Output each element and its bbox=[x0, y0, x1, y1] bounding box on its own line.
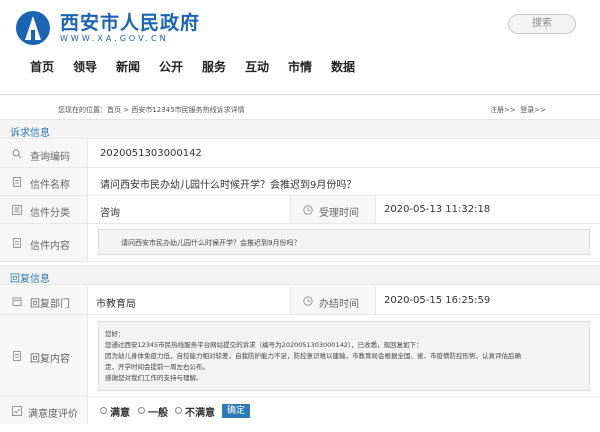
appeal-content-box: 请问西安市民办幼儿园什么时候开学？会推迟到9月份吗？ bbox=[98, 229, 590, 255]
finish-time-label: 办结时间 bbox=[319, 299, 359, 310]
reply-line: 感谢您对我们工作的支持与理解。 bbox=[105, 374, 203, 382]
appeal-section-label: 诉求信息 bbox=[10, 128, 50, 139]
accept-time-value: 2020-05-13 11:32:18 bbox=[384, 204, 491, 215]
header-divider bbox=[0, 94, 600, 95]
query-code-label: 查询编码 bbox=[30, 152, 70, 163]
rating-icon bbox=[12, 406, 22, 416]
nav-item-public[interactable]: 公开 bbox=[159, 58, 183, 75]
reply-dept-value: 市教育局 bbox=[96, 299, 136, 310]
reply-line: 您通过西安12345市民热线服务平台网站提交的诉求（编号为20200513030… bbox=[105, 341, 423, 349]
site-header: 西安市人民政府 WWW.XA.GOV.CN 搜索 首页 领导 新闻 公开 服务 … bbox=[0, 0, 600, 96]
rating-average-radio[interactable] bbox=[138, 407, 145, 414]
search-icon bbox=[12, 149, 22, 159]
breadcrumb: 您现在的位置：首页 > 西安市12345市民服务热线诉求详情 注册>> 登录>> bbox=[0, 103, 600, 117]
query-code-row: 查询编码 2020051303000142 bbox=[0, 140, 600, 168]
category-row: 信件分类 咨询 受理时间 2020-05-13 11:32:18 bbox=[0, 196, 600, 224]
finish-time-value: 2020-05-15 16:25:59 bbox=[384, 295, 491, 306]
rating-average-label[interactable]: 一般 bbox=[148, 404, 168, 419]
nav-item-leaders[interactable]: 领导 bbox=[73, 58, 97, 75]
letter-name-row: 信件名称 请问西安市民办幼儿园什么时候开学？会推迟到9月份吗？ bbox=[0, 168, 600, 196]
document-icon bbox=[13, 238, 21, 248]
nav-item-interact[interactable]: 互动 bbox=[245, 58, 269, 75]
rating-unsatisfied-radio[interactable] bbox=[175, 407, 182, 414]
category-value: 咨询 bbox=[100, 208, 120, 219]
reply-content-row: 回复内容 您好： 您通过西安12345市民热线服务平台网站提交的诉求（编号为20… bbox=[0, 315, 600, 397]
reply-section-label: 回复信息 bbox=[10, 274, 50, 285]
category-icon bbox=[12, 205, 22, 215]
clock-icon bbox=[303, 205, 313, 215]
nav-item-service[interactable]: 服务 bbox=[202, 58, 226, 75]
reply-content-box: 您好： 您通过西安12345市民热线服务平台网站提交的诉求（编号为2020051… bbox=[98, 321, 590, 391]
reply-line: 您好： bbox=[105, 330, 125, 338]
letter-name-label: 信件名称 bbox=[30, 180, 70, 191]
nav-item-home[interactable]: 首页 bbox=[30, 58, 54, 75]
login-link[interactable]: 登录>> bbox=[520, 106, 546, 114]
letter-name-value: 请问西安市民办幼儿园什么时候开学？会推迟到9月份吗？ bbox=[100, 180, 357, 191]
document-icon bbox=[13, 177, 21, 187]
content-label: 信件内容 bbox=[30, 241, 70, 252]
clock-icon bbox=[303, 296, 313, 306]
appeal-content-text: 请问西安市民办幼儿园什么时候开学？会推迟到9月份吗？ bbox=[121, 239, 301, 247]
rating-unsatisfied-label[interactable]: 不满意 bbox=[185, 404, 215, 419]
reply-dept-row: 回复部门 市教育局 办结时间 2020-05-15 16:25:59 bbox=[0, 287, 600, 315]
auth-links: 注册>> 登录>> bbox=[490, 105, 546, 115]
register-link[interactable]: 注册>> bbox=[490, 106, 516, 114]
rating-label: 满意度评价 bbox=[28, 409, 78, 420]
content-row: 信件内容 请问西安市民办幼儿园什么时候开学？会推迟到9月份吗？ bbox=[0, 224, 600, 262]
site-url: WWW.XA.GOV.CN bbox=[60, 34, 169, 43]
rating-row: 满意度评价 满意 一般 不满意 确定 bbox=[0, 398, 600, 424]
reply-line: 因为幼儿身体免疫力低，自控能力相对较差，自我防护能力不足，防控意识难以建输，市教… bbox=[105, 352, 521, 360]
reply-dept-label: 回复部门 bbox=[30, 299, 70, 310]
document-icon bbox=[13, 351, 21, 361]
reply-section-title: 回复信息 bbox=[0, 265, 600, 285]
search-button[interactable]: 搜索 bbox=[508, 14, 576, 34]
appeal-section-title: 诉求信息 bbox=[0, 119, 600, 139]
nav-item-news[interactable]: 新闻 bbox=[116, 58, 140, 75]
reply-content-label: 回复内容 bbox=[30, 354, 70, 365]
reply-line: 定，开学时间会提前一周左右公布。 bbox=[105, 363, 209, 371]
breadcrumb-path[interactable]: 您现在的位置：首页 > 西安市12345市民服务热线诉求详情 bbox=[58, 105, 245, 115]
building-icon bbox=[12, 297, 22, 306]
nav-item-data[interactable]: 数据 bbox=[331, 58, 355, 75]
site-logo-icon[interactable] bbox=[11, 10, 55, 46]
rating-satisfied-radio[interactable] bbox=[100, 407, 107, 414]
category-label: 信件分类 bbox=[30, 208, 70, 219]
query-code-value: 2020051303000142 bbox=[100, 148, 202, 159]
rating-satisfied-label[interactable]: 满意 bbox=[110, 404, 130, 419]
accept-time-label: 受理时间 bbox=[319, 208, 359, 219]
site-title[interactable]: 西安市人民政府 bbox=[60, 8, 200, 35]
nav-item-city[interactable]: 市情 bbox=[288, 58, 312, 75]
confirm-button[interactable]: 确定 bbox=[222, 404, 250, 418]
